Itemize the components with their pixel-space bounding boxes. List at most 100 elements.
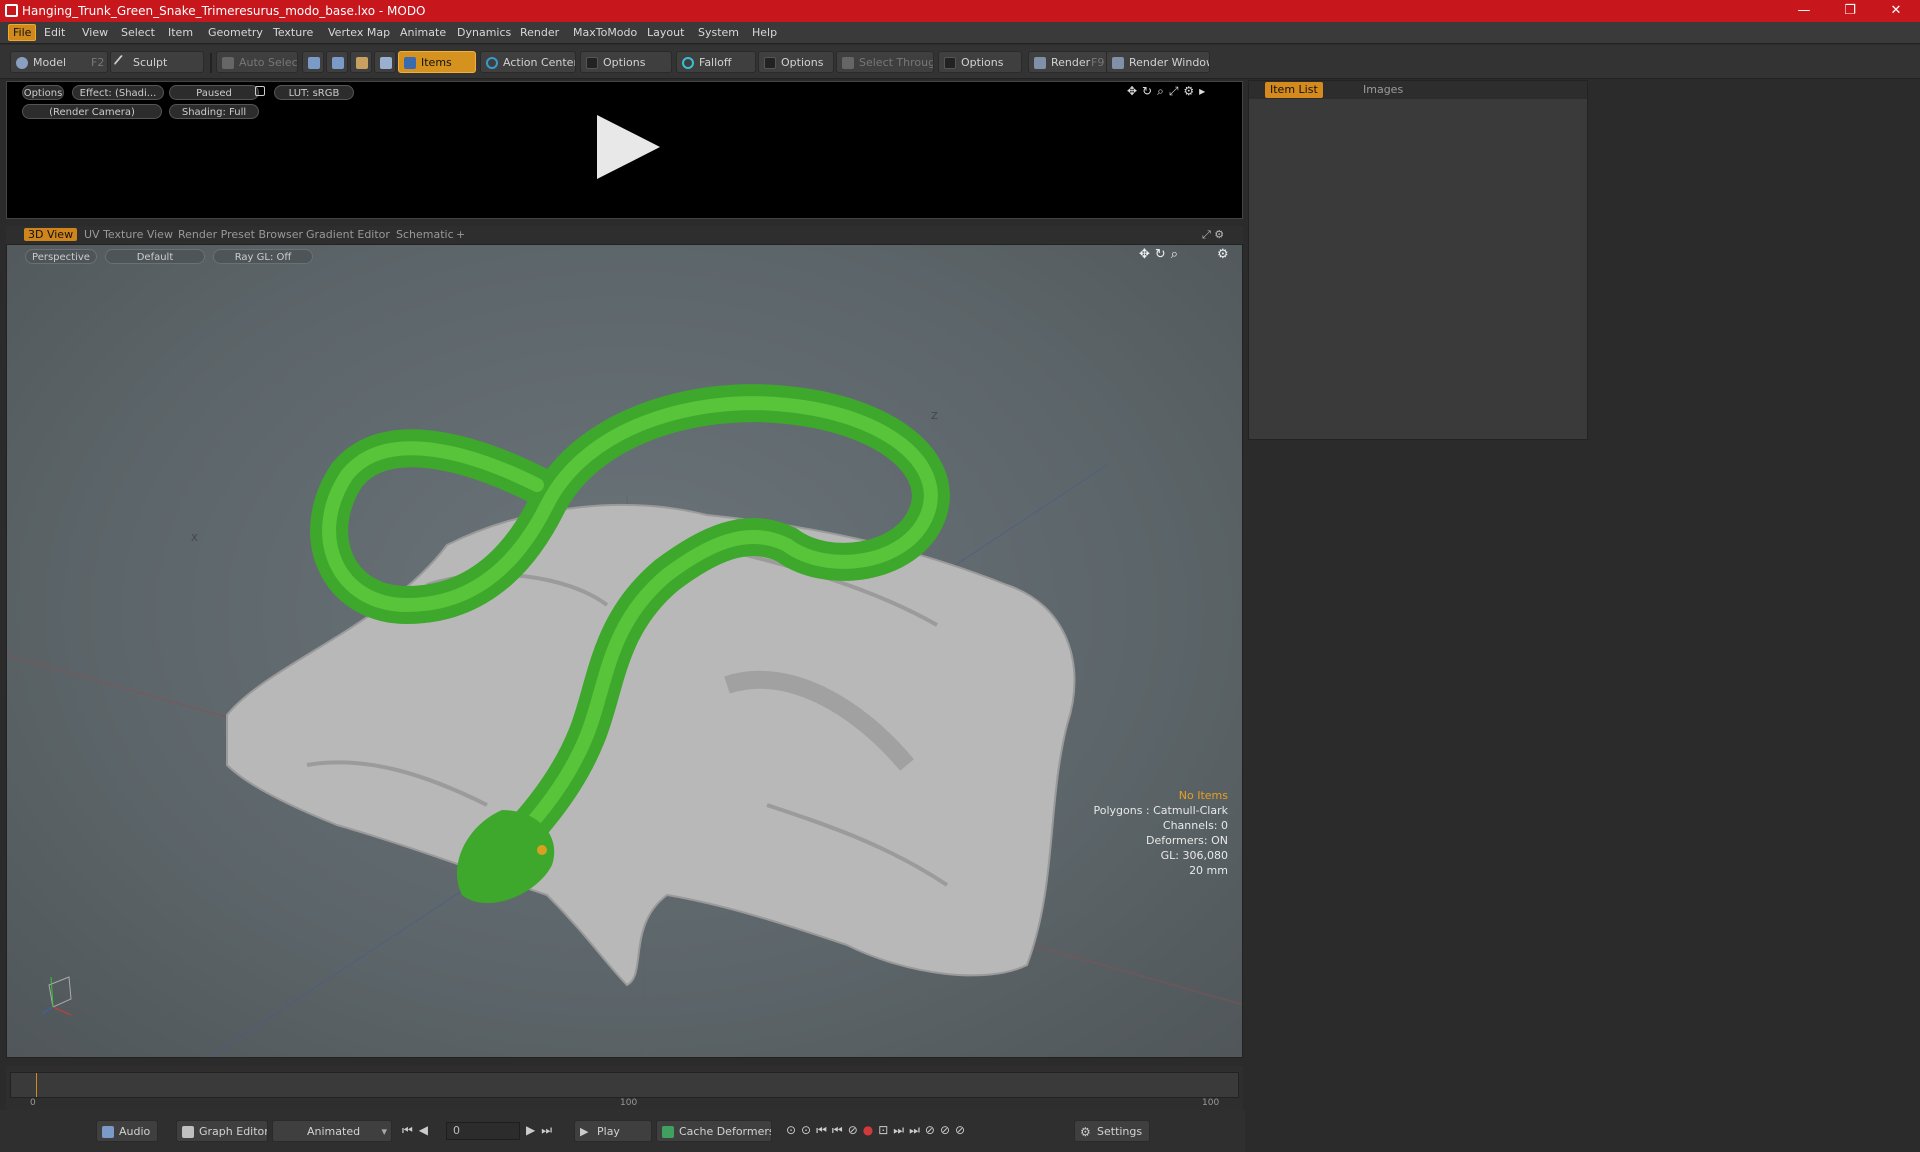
gear-icon: ⚙ [1080,1125,1091,1139]
viewport-expand-icon[interactable]: ⤢ ⚙ [1202,228,1224,242]
tab-3d-view[interactable]: 3D View [24,228,78,241]
lut-dropdown[interactable]: LUT: sRGB [274,85,354,100]
menu-file[interactable]: File [8,24,37,41]
settings-button[interactable]: ⚙ Settings [1074,1120,1150,1142]
preview-options-button[interactable]: Options [22,85,64,100]
shading-dropdown[interactable]: Shading: Full [169,104,259,119]
select-options-button[interactable]: Options [938,51,1022,73]
channels-info: Channels: 0 [1162,819,1228,832]
tab-uv-texture-view[interactable]: UV Texture View [84,228,173,241]
menu-texture[interactable]: Texture [273,26,313,39]
main-toolbar: Model F2 Sculpt Auto Select Items Action … [0,45,1920,79]
tab-images[interactable]: Images [1363,83,1403,96]
falloff-button[interactable]: Falloff [676,51,756,73]
menu-maxtomodo[interactable]: MaxToModo [573,26,637,39]
render-window-button[interactable]: Render Window [1106,51,1210,73]
tab-schematic[interactable]: Schematic [396,228,454,241]
menu-animate[interactable]: Animate [400,26,446,39]
preview-paused-button[interactable]: Paused [169,85,259,100]
auto-select-button[interactable]: Auto Select [216,51,298,73]
lock-icon[interactable] [255,86,265,96]
range-end-label: 100 [1202,1098,1220,1108]
cache-icon [662,1126,674,1138]
title-bar: Hanging_Trunk_Green_Snake_Trimeresurus_m… [0,0,1920,22]
menu-select[interactable]: Select [121,26,155,39]
scale-info: 20 mm [1189,864,1228,877]
model-mode-button[interactable]: Model F2 [10,51,108,73]
action-center-button[interactable]: Action Center [480,51,576,73]
timeline[interactable]: 0 100 100 [6,1066,1243,1110]
timeline-playhead[interactable] [36,1073,37,1097]
graph-editor-icon [182,1126,194,1138]
maximize-button[interactable]: ❐ [1828,0,1872,22]
current-frame-field[interactable]: 0 [446,1122,520,1140]
tab-gradient-editor[interactable]: Gradient Editor [306,228,390,241]
bottom-toolbar: Audio Graph Editor Animated ⏮◀ 0 ▶⏭ ▶Pla… [0,1110,1245,1152]
add-tab-button[interactable]: + [456,228,465,241]
minimize-button[interactable]: — [1782,0,1826,22]
cache-deformers-button[interactable]: Cache Deformers [656,1120,772,1142]
render-icon [1034,57,1046,69]
sculpt-mode-button[interactable]: Sculpt [110,51,204,73]
tab-item-list[interactable]: Item List [1265,82,1323,98]
preview-effect-dropdown[interactable]: Effect: (Shadi... [72,85,164,100]
play-button[interactable]: ▶ Play [574,1120,652,1142]
menu-render[interactable]: Render [520,26,559,39]
key-tools-icons[interactable]: ⊙⊙⏮⏮⊘●⊡⏭⏭⊘⊘⊘ [786,1123,970,1138]
menu-dynamics[interactable]: Dynamics [457,26,511,39]
transport-next-icons[interactable]: ▶⏭ [526,1123,558,1138]
audio-button[interactable]: Audio [96,1120,158,1142]
auto-select-icon [222,57,234,69]
menu-view[interactable]: View [82,26,108,39]
transport-prev-icons[interactable]: ⏮◀ [402,1123,434,1138]
menu-vertex-map[interactable]: Vertex Map [328,26,390,39]
brush-icon [113,54,131,72]
item-list-panel: Item List Images [1248,80,1588,440]
window-title: Hanging_Trunk_Green_Snake_Trimeresurus_m… [22,4,426,18]
checkbox-icon [586,57,598,69]
vertices-mode-button[interactable] [302,51,324,73]
close-button[interactable]: ✕ [1874,0,1918,22]
items-icon [404,57,416,69]
scene-render [7,384,1242,1057]
gl-info: GL: 306,080 [1160,849,1228,862]
items-mode-button[interactable]: Items [398,51,476,73]
3d-viewport[interactable]: Perspective Default Ray GL: Off ✥↻⌕ ⚙ Z … [6,244,1243,1058]
play-icon[interactable] [592,112,662,182]
range-mid-label: 100 [620,1098,638,1108]
tab-render-preset-browser[interactable]: Render Preset Browser [178,228,303,241]
render-preview: Options Effect: (Shadi... Paused LUT: sR… [6,81,1243,219]
viewport-tabs: 3D View UV Texture View Render Preset Br… [6,226,1243,244]
materials-mode-button[interactable] [374,51,396,73]
item-list-tabs: Item List Images [1249,81,1587,99]
select-through-button[interactable]: Select Through [836,51,934,73]
polygons-icon [356,57,368,69]
menu-bar: File Edit View Select Item Geometry Text… [0,22,1920,44]
menu-item[interactable]: Item [168,26,193,39]
action-center-icon [486,57,498,69]
audio-icon [102,1126,114,1138]
menu-layout[interactable]: Layout [647,26,684,39]
menu-system[interactable]: System [698,26,739,39]
select-through-icon [842,57,854,69]
camera-dropdown[interactable]: (Render Camera) [22,104,162,119]
range-start-label: 0 [30,1098,36,1108]
checkbox-icon [764,57,776,69]
polygons-mode-button[interactable] [350,51,372,73]
menu-geometry[interactable]: Geometry [208,26,263,39]
menu-help[interactable]: Help [752,26,777,39]
graph-editor-button[interactable]: Graph Editor [176,1120,268,1142]
play-small-icon: ▶ [580,1125,589,1138]
edges-icon [332,57,344,69]
edges-mode-button[interactable] [326,51,348,73]
falloff-options-button[interactable]: Options [758,51,834,73]
render-button[interactable]: Render F9 [1028,51,1108,73]
materials-icon [380,57,392,69]
animated-dropdown[interactable]: Animated [272,1120,392,1142]
no-items-label: No Items [1178,789,1228,802]
modo-logo-icon [5,4,18,17]
render-window-icon [1112,57,1124,69]
preview-nav-icons[interactable]: ✥↻⌕⤢⚙▸ [1127,84,1210,99]
menu-edit[interactable]: Edit [44,26,65,39]
action-center-options-button[interactable]: Options [580,51,672,73]
